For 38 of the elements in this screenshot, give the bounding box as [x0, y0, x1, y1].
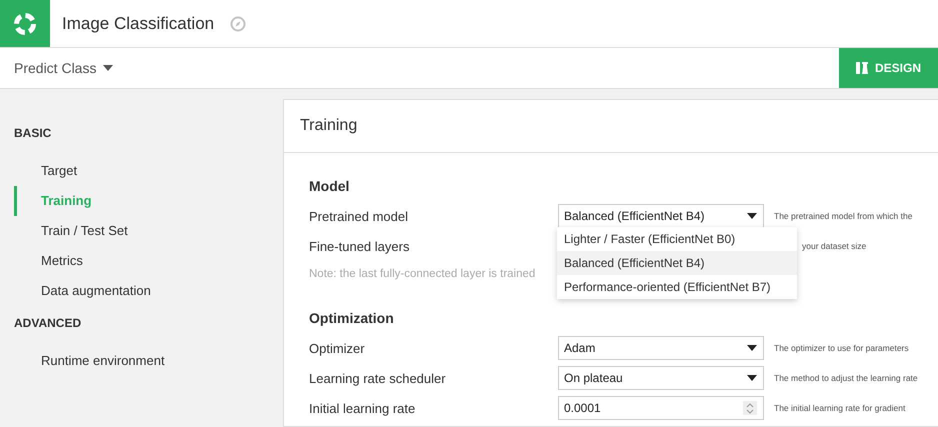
- panel-title: Training: [284, 100, 938, 153]
- compass-icon[interactable]: [230, 16, 246, 32]
- dropdown-option[interactable]: Performance-oriented (EfficientNet B7): [557, 275, 797, 299]
- field-label: Learning rate scheduler: [309, 370, 447, 386]
- section-heading: ADVANCED: [13, 316, 82, 332]
- sidebar-item[interactable]: Runtime environment: [14, 346, 283, 376]
- sidebar-item[interactable]: Metrics: [14, 246, 283, 276]
- project-title: Image Classification: [62, 14, 214, 34]
- help-text: your dataset size: [802, 241, 866, 251]
- predict-class-menu[interactable]: Predict Class: [0, 60, 114, 76]
- sidebar-item[interactable]: Target: [14, 156, 283, 186]
- help-text: The optimizer to use for parameters: [774, 343, 909, 353]
- group-heading: Optimization: [309, 309, 395, 328]
- help-text: The initial learning rate for gradient: [774, 403, 906, 413]
- sidebar-item[interactable]: Data augmentation: [14, 276, 283, 306]
- help-text: The method to adjust the learning rate: [774, 373, 918, 383]
- help-text: The pretrained model from which the: [774, 211, 912, 221]
- dropdown-option[interactable]: Balanced (EfficientNet B4): [557, 251, 797, 275]
- caret-icon: [103, 65, 114, 71]
- note-text: Note: the last fully-connected layer is trained: [309, 267, 536, 282]
- field-label: Initial learning rate: [309, 400, 416, 416]
- spinner-icon: [743, 401, 757, 415]
- field-label: Pretrained model: [309, 208, 409, 224]
- section-heading: BASIC: [13, 126, 52, 142]
- select-field[interactable]: On plateau: [558, 366, 764, 390]
- dropdown-option[interactable]: Lighter / Faster (EfficientNet B0): [557, 227, 797, 251]
- app-logo[interactable]: [0, 0, 50, 47]
- ring-logo-icon: [13, 12, 37, 36]
- sidebar-item[interactable]: Train / Test Set: [14, 216, 283, 246]
- caret-icon: [747, 213, 757, 219]
- caret-icon: [747, 375, 757, 381]
- field-label: Fine-tuned layers: [309, 238, 410, 254]
- number-field[interactable]: 0.0001: [558, 396, 764, 420]
- group-heading: Model: [309, 177, 350, 196]
- flask-icon: [856, 62, 868, 74]
- caret-icon: [747, 345, 757, 351]
- field-label: Optimizer: [309, 340, 366, 356]
- select-field[interactable]: Adam: [558, 336, 764, 360]
